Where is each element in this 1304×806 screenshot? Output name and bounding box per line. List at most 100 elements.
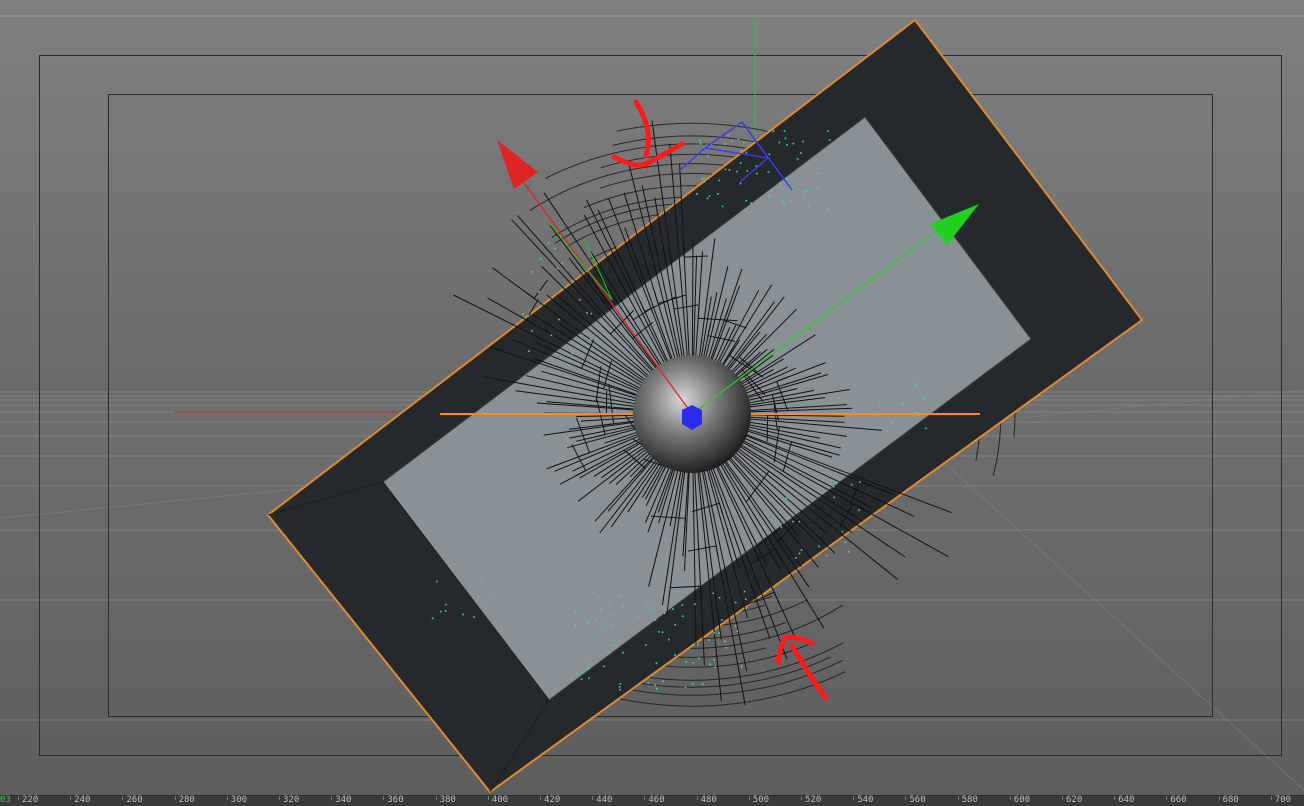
particle [619, 683, 622, 685]
timeline-tick-mark [801, 796, 802, 800]
particle [728, 169, 731, 171]
particle [724, 143, 726, 145]
particle [802, 140, 804, 143]
particle [833, 496, 835, 499]
particle [792, 520, 794, 523]
particle [784, 137, 787, 140]
particle [613, 644, 615, 646]
particle [785, 497, 788, 500]
timeline-tick-label: 520 [805, 795, 822, 805]
timeline-tick-mark [1218, 796, 1220, 800]
timeline-tick-mark [1062, 796, 1063, 800]
particle [609, 604, 611, 607]
particle [547, 242, 550, 244]
particle [731, 139, 733, 142]
timeline-tick-mark [226, 796, 228, 800]
timeline-tick-label: 460 [648, 795, 665, 805]
particle [580, 678, 583, 680]
particle [721, 205, 724, 208]
particle [691, 644, 694, 646]
timeline-tick-mark [696, 796, 698, 800]
timeline-tick-mark [18, 796, 19, 800]
particle [708, 639, 710, 641]
particle [527, 315, 529, 317]
particle [554, 248, 556, 250]
particle [702, 683, 704, 685]
particle [780, 507, 783, 509]
particle [674, 624, 676, 626]
timeline-tick-mark [435, 796, 437, 800]
particle [803, 190, 805, 192]
particle [592, 591, 594, 594]
timeline-tick-mark [1114, 796, 1116, 800]
particle [540, 257, 542, 260]
timeline-tick-mark [905, 796, 907, 800]
timeline-tick-label: 360 [387, 795, 404, 805]
particle [803, 194, 805, 196]
particle [622, 605, 625, 608]
particle [737, 138, 740, 140]
particle [724, 168, 727, 171]
timeline-tick-label: 320 [283, 795, 300, 805]
particle [706, 197, 709, 200]
particle [692, 662, 694, 664]
particle [768, 195, 770, 197]
particle [786, 144, 788, 146]
particle [783, 130, 786, 132]
particle [550, 334, 553, 336]
particle [736, 630, 739, 632]
particle [725, 647, 727, 649]
particle [645, 644, 647, 646]
particle [595, 619, 597, 622]
timeline-ruler[interactable]: 03 220 240 260 280 300 320 340 360 380 400 420 440 4… [0, 795, 1304, 806]
particle [816, 187, 819, 190]
particle [708, 195, 711, 197]
perspective-viewport[interactable] [0, 0, 1304, 795]
particle [473, 616, 475, 618]
particle [859, 481, 861, 483]
particle [656, 687, 658, 690]
particle [735, 170, 738, 173]
timeline-tick-label: 640 [1118, 795, 1135, 805]
timeline-tick-mark [853, 796, 855, 800]
particle [743, 590, 746, 593]
particle [703, 181, 705, 183]
particle [661, 631, 664, 633]
particle [589, 338, 592, 341]
particle [489, 597, 492, 599]
particle [718, 596, 721, 599]
particle [561, 262, 563, 264]
particle [800, 549, 803, 551]
timeline-tick-label: 280 [178, 795, 195, 805]
timeline-tick-label: 680 [1222, 795, 1239, 805]
viewport-scene[interactable] [0, 0, 1304, 795]
particle [718, 179, 721, 182]
particle [816, 554, 819, 556]
particle [445, 603, 447, 606]
timeline-tick-mark [122, 796, 124, 800]
particle [891, 422, 893, 425]
particle [745, 598, 747, 600]
particle [828, 139, 831, 141]
particle [694, 603, 696, 605]
particle [444, 610, 447, 612]
particle [619, 688, 621, 691]
particle [772, 130, 775, 132]
particle [878, 404, 881, 407]
timeline-tick-mark [592, 796, 594, 800]
timeline-tick-label: 400 [491, 795, 509, 805]
particle [902, 402, 904, 405]
particle [734, 625, 737, 627]
particle [718, 632, 720, 634]
particle [684, 686, 687, 689]
particle [914, 383, 917, 385]
timeline-tick-mark [279, 796, 280, 800]
particle [750, 202, 752, 204]
particle [620, 594, 622, 597]
particle [587, 621, 589, 624]
particle [779, 182, 781, 184]
particle [574, 624, 577, 626]
particle [717, 193, 719, 195]
particle [663, 612, 666, 614]
current-frame-indicator: 03 [0, 795, 11, 805]
